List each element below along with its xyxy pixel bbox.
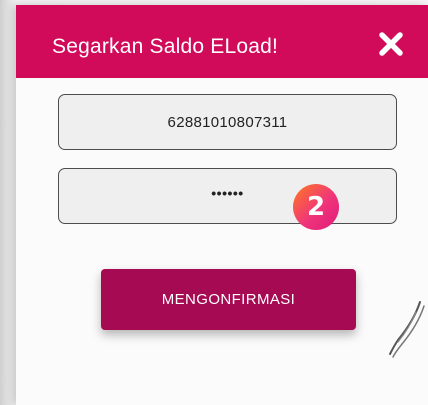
dialog-header: Segarkan Saldo ELoad! (16, 5, 428, 78)
step-badge: 2 (293, 184, 339, 230)
reload-dialog: Segarkan Saldo ELoad! 62881010807311 •••… (16, 5, 428, 405)
pen-scribble-decoration (389, 301, 425, 358)
close-button[interactable] (376, 29, 406, 59)
close-icon (379, 32, 403, 56)
confirm-button[interactable]: MENGONFIRMASI (101, 269, 356, 330)
dialog-title: Segarkan Saldo ELoad! (52, 35, 279, 58)
password-field[interactable]: •••••• (58, 168, 397, 224)
phone-number-field[interactable]: 62881010807311 (58, 94, 397, 150)
